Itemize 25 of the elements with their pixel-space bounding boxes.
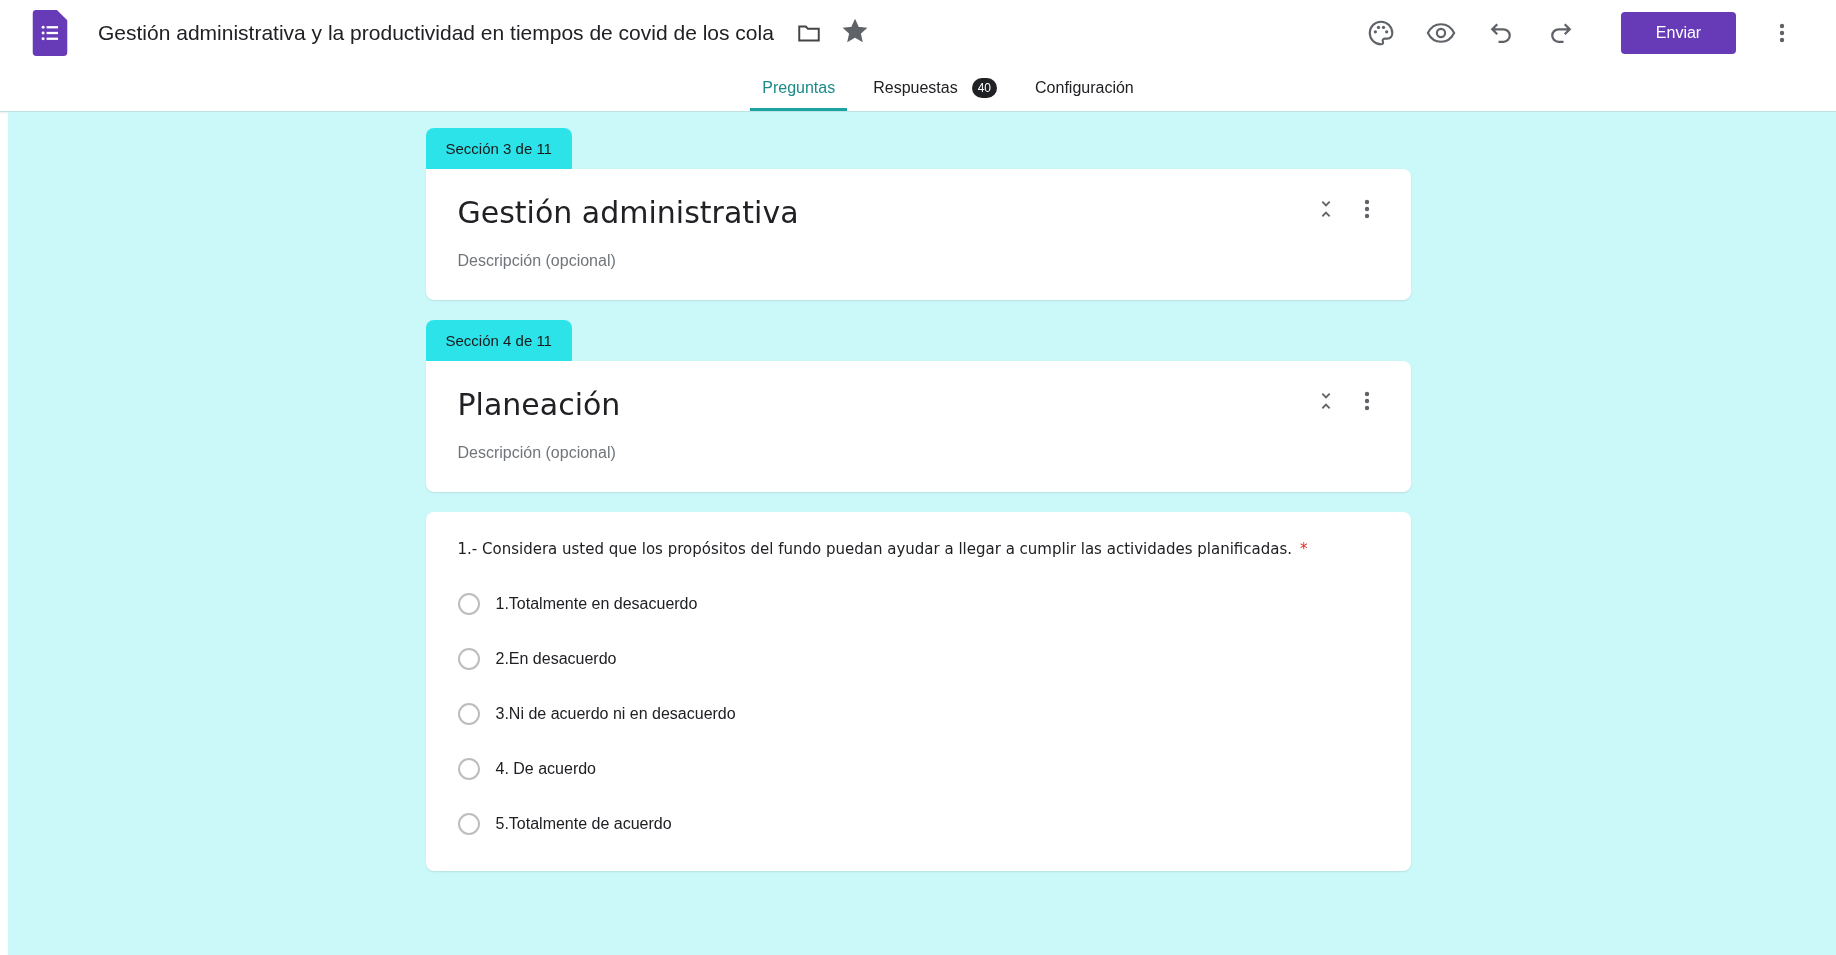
radio-button[interactable]	[457, 757, 480, 780]
radio-button[interactable]	[457, 812, 480, 835]
section-title[interactable]: Gestión administrativa	[457, 195, 1379, 230]
option-label[interactable]: 3.Ni de acuerdo ni en desacuerdo	[495, 704, 736, 723]
forms-icon[interactable]	[32, 10, 68, 56]
radio-button[interactable]	[457, 647, 480, 670]
radio-button[interactable]	[457, 702, 480, 725]
option-label[interactable]: 1.Totalmente en desacuerdo	[495, 594, 698, 613]
star-icon[interactable]	[841, 18, 868, 44]
option-label[interactable]: 2.En desacuerdo	[495, 649, 617, 668]
send-button[interactable]: Enviar	[1621, 12, 1736, 54]
section-title[interactable]: Planeación	[457, 387, 1379, 422]
more-icon[interactable]	[1778, 21, 1786, 45]
more-icon[interactable]	[1362, 197, 1371, 221]
count-badge: 40	[971, 78, 998, 98]
required-mark: *	[1300, 540, 1308, 558]
question-text: 1.- Considera usted que los propósitos del fundo puedan ayudar a llegar a cumplir las actividades planificadas.	[457, 540, 1292, 558]
form-title[interactable]: Gestión administrativa y la productividad en tiempos de covid de los cola	[98, 21, 774, 45]
radio-button[interactable]	[457, 592, 480, 615]
tab[interactable]: Respuestas 40	[861, 66, 1010, 111]
more-icon[interactable]	[1362, 389, 1371, 413]
palette-icon[interactable]	[1366, 18, 1396, 48]
tab[interactable]: Configuración	[1023, 66, 1146, 111]
option-label[interactable]: 5.Totalmente de acuerdo	[495, 814, 672, 833]
option-label[interactable]: 4. De acuerdo	[495, 759, 596, 778]
